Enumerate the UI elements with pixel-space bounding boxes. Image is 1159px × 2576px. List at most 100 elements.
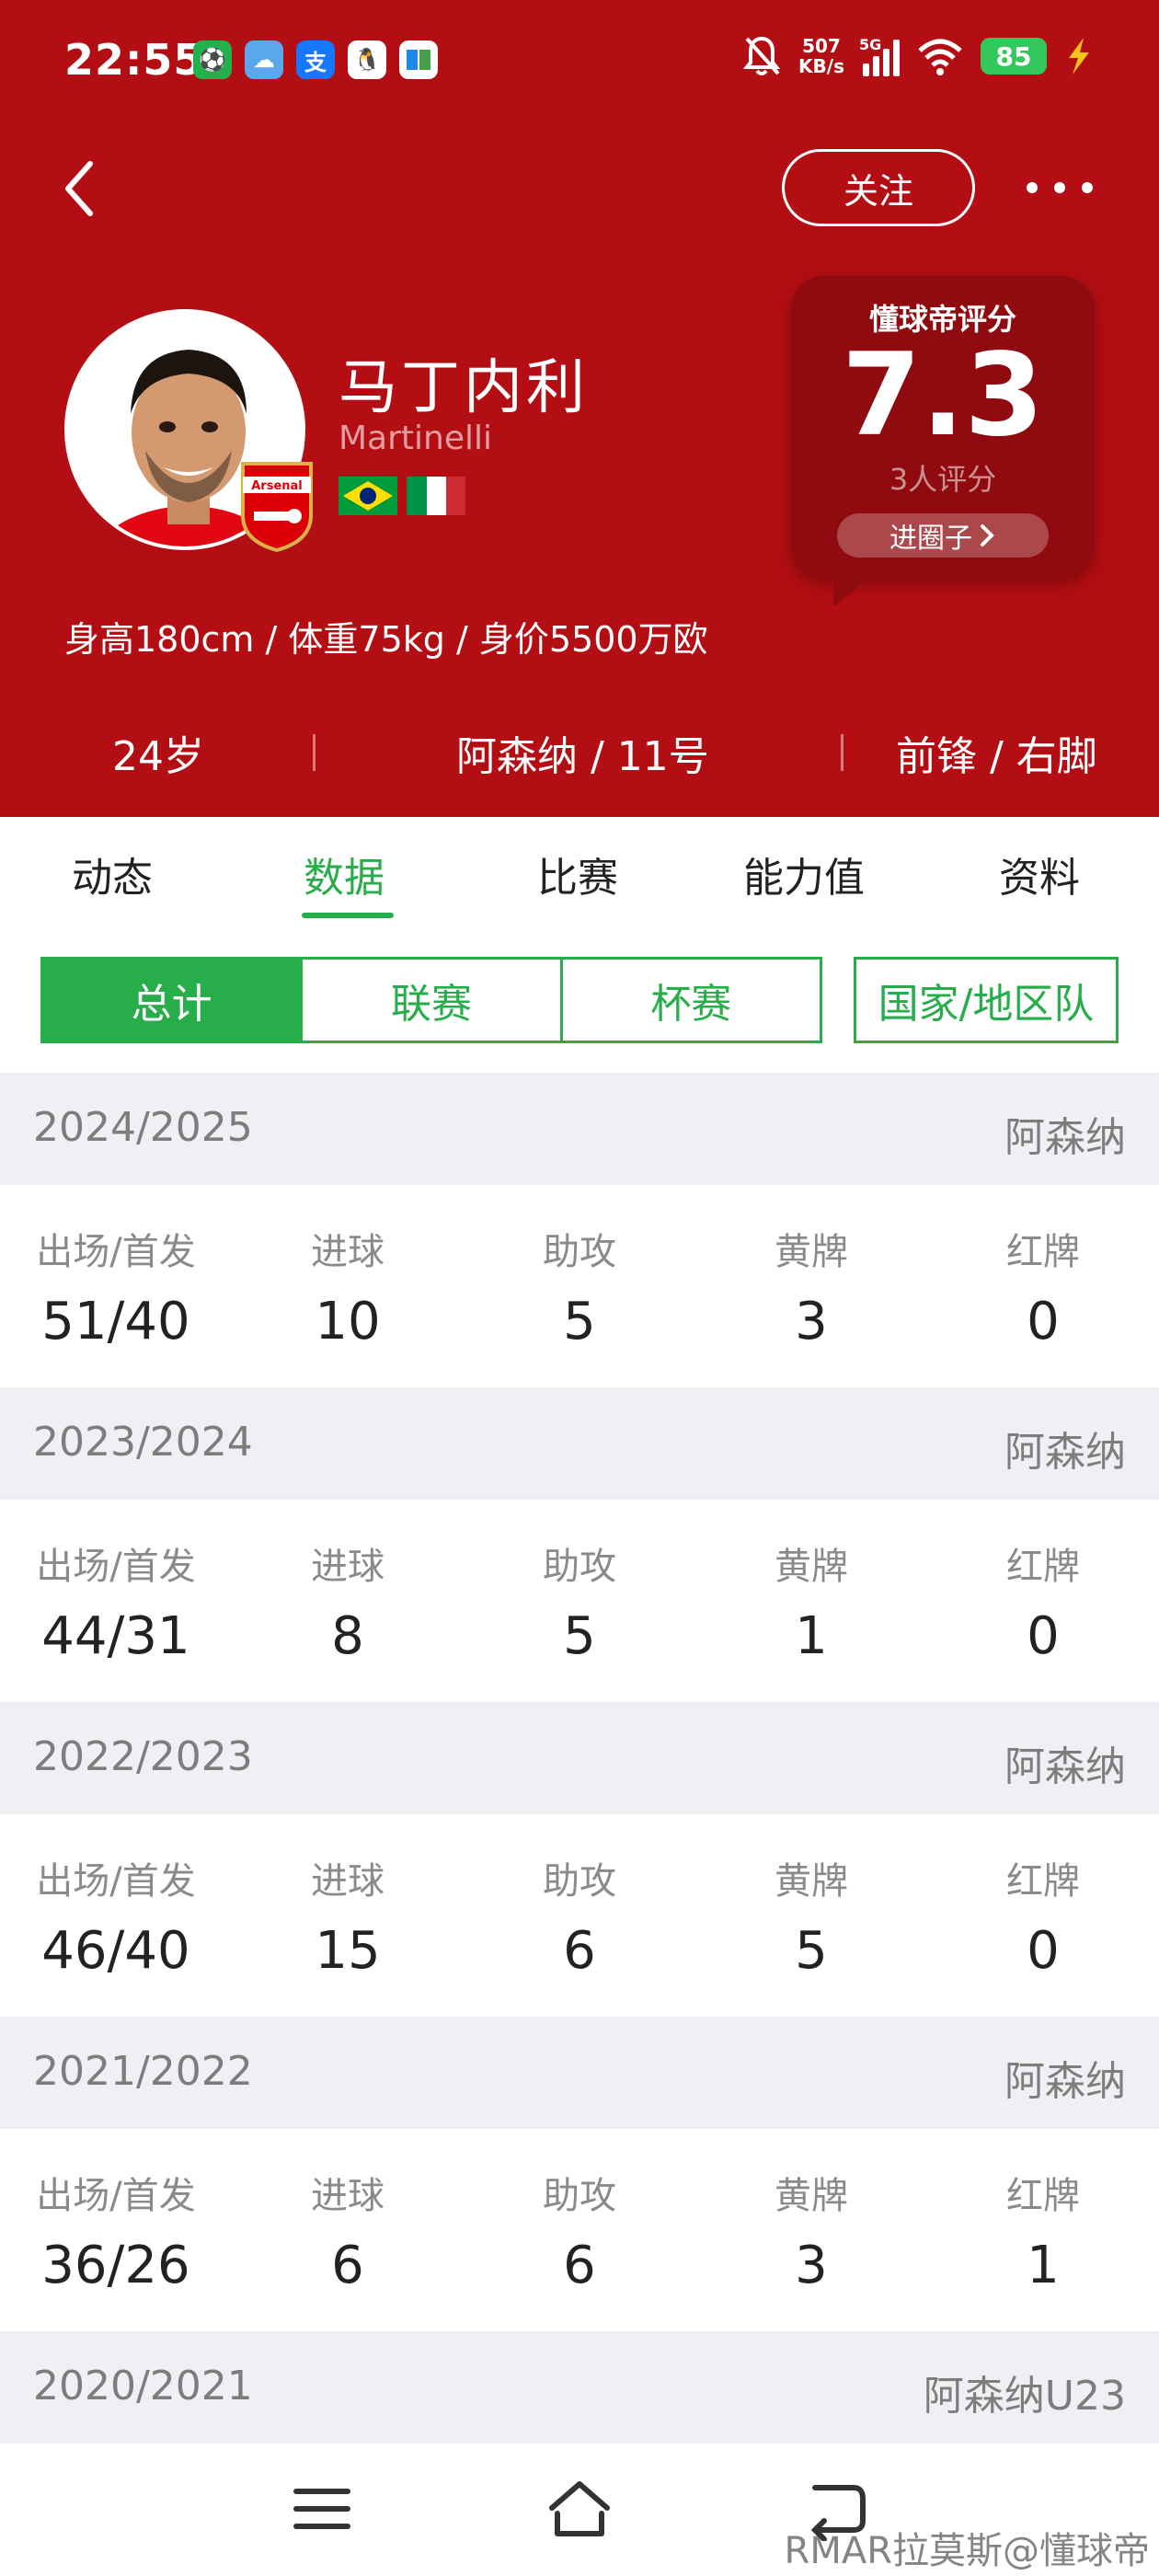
map-app-icon (399, 40, 438, 79)
qq-icon: 🐧 (348, 40, 386, 79)
dot (1054, 182, 1065, 193)
signal-bar (863, 63, 869, 76)
stat-value: 6 (563, 1921, 596, 1981)
stat-goals: 进球 6 (232, 2166, 464, 2295)
net-speed-value: 507 (802, 35, 841, 57)
season-team: 阿森纳 (1004, 2058, 1126, 2105)
rating-count: 3人评分 (889, 462, 997, 497)
player-club-number: 阿森纳 / 11号 (456, 733, 709, 780)
back-arrow-icon[interactable] (57, 156, 103, 221)
menu-icon[interactable] (287, 2477, 357, 2541)
stat-value: 8 (331, 1606, 364, 1666)
badge-text: Arsenal (251, 479, 303, 493)
stat-label: 红牌 (1006, 1546, 1080, 1588)
filter-league[interactable]: 联赛 (303, 960, 563, 1041)
player-name-english: Martinelli (339, 420, 493, 457)
stat-label: 进球 (311, 1546, 384, 1588)
tab-profile[interactable]: 资料 (999, 845, 1080, 903)
filter-cup[interactable]: 杯赛 (563, 960, 820, 1041)
season-year: 2020/2021 (33, 2363, 253, 2409)
follow-button[interactable]: 关注 (782, 149, 975, 226)
sports-app-icon: ⚽ (193, 40, 232, 79)
stat-assists: 助攻 5 (464, 1222, 695, 1351)
signal-bar (883, 49, 889, 76)
stat-value: 10 (315, 1292, 381, 1351)
status-indicators: 507 KB/s 5G 85 (741, 33, 1095, 79)
stat-value: 3 (795, 2236, 828, 2295)
season-stats-row[interactable]: 出场/首发 51/40 进球 10 助攻 5 黄牌 3 红牌 0 (0, 1185, 1159, 1387)
competition-filter: 总计 联赛 杯赛 (40, 957, 822, 1043)
signal-bar (873, 56, 879, 76)
stat-label: 黄牌 (775, 2175, 848, 2217)
stat-yellow-cards: 黄牌 3 (695, 1222, 927, 1351)
stat-goals: 进球 8 (232, 1536, 464, 1666)
stat-value: 5 (563, 1606, 596, 1666)
mute-bell-icon (742, 36, 781, 75)
season-year: 2024/2025 (33, 1104, 253, 1151)
season-stats-row[interactable]: 出场/首发 36/26 进球 6 助攻 6 黄牌 3 红牌 1 (0, 2129, 1159, 2331)
signal-type-label: 5G (859, 36, 882, 53)
chevron-right-icon (981, 524, 994, 546)
season-team: 阿森纳 (1004, 1743, 1126, 1790)
stat-label: 红牌 (1006, 1860, 1080, 1903)
active-tab-indicator (302, 913, 394, 918)
stat-label: 助攻 (543, 1546, 616, 1588)
stat-value: 0 (1027, 1292, 1060, 1351)
stat-assists: 助攻 5 (464, 1536, 695, 1666)
stat-red-cards: 红牌 1 (927, 2166, 1159, 2295)
season-year: 2023/2024 (33, 1419, 253, 1466)
stat-appearances: 出场/首发 44/31 (0, 1536, 232, 1666)
stat-label: 出场/首发 (36, 1546, 196, 1588)
player-position-foot: 前锋 / 右脚 (896, 733, 1097, 780)
stat-label: 出场/首发 (36, 2175, 196, 2217)
more-options-icon[interactable] (1027, 169, 1093, 206)
season-stats-row[interactable]: 出场/首发 46/40 进球 15 助攻 6 黄牌 5 红牌 0 (0, 1814, 1159, 2017)
stat-appearances: 出场/首发 51/40 (0, 1222, 232, 1351)
home-icon[interactable] (545, 2477, 614, 2541)
stat-value: 1 (1027, 2236, 1060, 2295)
stat-label: 黄牌 (775, 1546, 848, 1588)
filter-national-team[interactable]: 国家/地区队 (854, 957, 1119, 1043)
season-header: 2021/2022 阿森纳 (0, 2017, 1159, 2129)
stat-value: 15 (315, 1921, 381, 1981)
season-year: 2021/2022 (33, 2048, 253, 2095)
dot (1027, 182, 1038, 193)
stat-label: 进球 (311, 1860, 384, 1903)
stat-value: 5 (795, 1921, 828, 1981)
join-circle-button[interactable]: 进圈子 (837, 513, 1049, 558)
stat-label: 出场/首发 (36, 1860, 196, 1903)
stat-red-cards: 红牌 0 (927, 1536, 1159, 1666)
season-header: 2024/2025 阿森纳 (0, 1073, 1159, 1185)
tab-matches[interactable]: 比赛 (537, 845, 618, 903)
stat-value: 6 (563, 2236, 596, 2295)
stat-goals: 进球 10 (232, 1222, 464, 1351)
stat-assists: 助攻 6 (464, 1851, 695, 1981)
divider (841, 734, 843, 771)
wifi-icon (918, 39, 962, 75)
season-team: 阿森纳U23 (923, 2373, 1126, 2420)
tab-ability[interactable]: 能力值 (743, 845, 865, 903)
divider (313, 734, 316, 771)
watermark: RMAR拉莫斯@懂球帝 (784, 2530, 1150, 2572)
filter-total[interactable]: 总计 (43, 960, 304, 1041)
season-stats-row[interactable]: 出场/首发 44/31 进球 8 助攻 5 黄牌 1 红牌 0 (0, 1500, 1159, 1702)
stat-assists: 助攻 6 (464, 2166, 695, 2295)
profile-tabs: 动态 数据 比赛 能力值 资料 (0, 817, 1159, 929)
tab-news[interactable]: 动态 (72, 845, 153, 903)
stat-yellow-cards: 黄牌 1 (695, 1536, 927, 1666)
arsenal-badge-icon: Arsenal (241, 462, 313, 552)
tab-data[interactable]: 数据 (304, 845, 384, 903)
stat-value: 3 (795, 1292, 828, 1351)
notification-icons: ⚽ ☁ 支 🐧 (193, 40, 438, 79)
battery-indicator: 85 (981, 38, 1047, 75)
stat-yellow-cards: 黄牌 5 (695, 1851, 927, 1981)
stat-value: 0 (1027, 1921, 1060, 1981)
stat-label: 进球 (311, 2175, 384, 2217)
clock: 22:55 (64, 35, 204, 85)
stat-value: 1 (795, 1606, 828, 1666)
stat-label: 助攻 (543, 1231, 616, 1273)
stat-value: 6 (331, 2236, 364, 2295)
stat-label: 红牌 (1006, 2175, 1080, 2217)
signal-bar (893, 40, 900, 76)
brazil-flag-icon (339, 477, 397, 515)
